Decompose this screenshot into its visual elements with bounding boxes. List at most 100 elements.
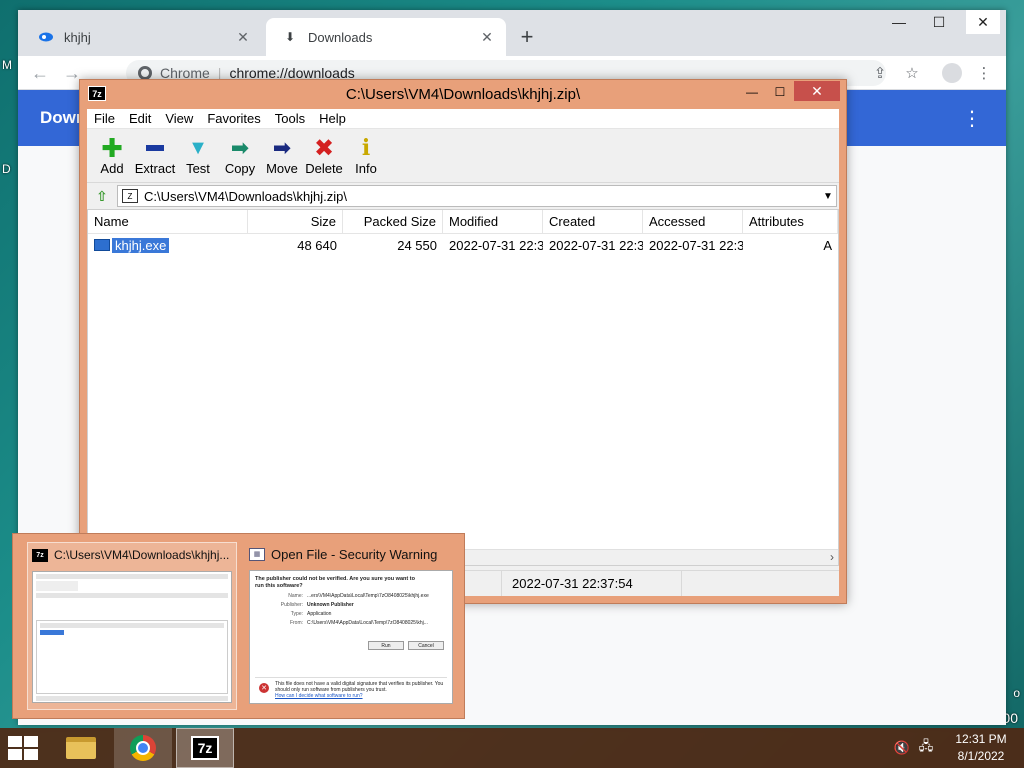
desktop-text-fragment: M bbox=[2, 58, 12, 72]
extract-label: Extract bbox=[134, 161, 176, 176]
menu-tools[interactable]: Tools bbox=[268, 111, 312, 126]
chevron-right-icon[interactable]: › bbox=[830, 550, 834, 564]
close-window-button[interactable]: ✕ bbox=[794, 81, 840, 101]
minimize-button[interactable]: — bbox=[882, 10, 916, 34]
close-tab-icon[interactable]: ✕ bbox=[478, 28, 496, 46]
shield-window-icon: ▦ bbox=[249, 547, 265, 561]
start-button[interactable] bbox=[8, 736, 38, 760]
tab-khjhj[interactable]: khjhj ✕ bbox=[22, 18, 262, 56]
chrome-menu-icon[interactable]: ⋮ bbox=[972, 61, 996, 85]
bookmark-star-icon[interactable]: ☆ bbox=[900, 61, 924, 85]
minimize-button[interactable]: — bbox=[738, 82, 766, 102]
exe-file-icon bbox=[94, 239, 110, 251]
extract-button[interactable]: Extract bbox=[133, 135, 177, 182]
maximize-button[interactable]: ☐ bbox=[922, 10, 956, 34]
copy-arrow-icon: ➡ bbox=[230, 135, 250, 160]
field-name: Name: ...ers\VM4\AppData\Local\Temp\7zO84… bbox=[255, 593, 447, 599]
back-arrow-icon[interactable]: ← bbox=[28, 61, 52, 85]
menu-bar: File Edit View Favorites Tools Help bbox=[87, 109, 839, 129]
toolbar: ✚ Add Extract ▼ Test ➡ Copy ➡ Move ✖ Del… bbox=[87, 129, 839, 183]
folder-icon bbox=[66, 737, 96, 759]
path-combo[interactable]: Z C:\Users\VM4\Downloads\khjhj.zip\ ▼ bbox=[117, 185, 837, 207]
column-accessed[interactable]: Accessed bbox=[643, 210, 743, 233]
close-window-button[interactable]: ✕ bbox=[966, 10, 1000, 34]
menu-favorites[interactable]: Favorites bbox=[200, 111, 267, 126]
tab-downloads[interactable]: ⬇ Downloads ✕ bbox=[266, 18, 506, 56]
selected-file[interactable]: khjhj.exe bbox=[94, 237, 170, 253]
thumbnail-preview bbox=[32, 571, 232, 703]
thumbnail-sevenzip[interactable]: 7z C:\Users\VM4\Downloads\khjhj... bbox=[27, 542, 237, 710]
preview-list bbox=[36, 620, 228, 694]
start-tile bbox=[8, 736, 22, 747]
thumbnail-title: Open File - Security Warning bbox=[271, 546, 438, 562]
warning-question: The publisher could not be verified. Are… bbox=[255, 576, 415, 589]
check-icon: ▼ bbox=[188, 136, 208, 159]
preview-line bbox=[36, 593, 228, 598]
window-title: C:\Users\VM4\Downloads\khjhj.zip\ bbox=[345, 86, 581, 103]
maximize-button[interactable]: ☐ bbox=[766, 82, 794, 102]
new-tab-button[interactable]: + bbox=[514, 24, 540, 50]
test-button[interactable]: ▼ Test bbox=[177, 135, 219, 182]
thumbnail-title: C:\Users\VM4\Downloads\khjhj... bbox=[54, 548, 230, 562]
clock[interactable]: 12:31 PM 8/1/2022 bbox=[938, 731, 1024, 765]
sevenzip-window: 7z C:\Users\VM4\Downloads\khjhj.zip\ — ☐… bbox=[79, 79, 847, 604]
start-tile bbox=[8, 749, 22, 760]
menu-file[interactable]: File bbox=[87, 111, 122, 126]
thumbnail-security-warning[interactable]: ▦ Open File - Security Warning The publi… bbox=[245, 542, 457, 710]
preview-line bbox=[40, 623, 224, 628]
volume-muted-icon[interactable]: 🔇 bbox=[890, 740, 914, 756]
archive-icon: Z bbox=[122, 189, 138, 203]
thumbnail-header: 7z C:\Users\VM4\Downloads\khjhj... bbox=[28, 543, 236, 567]
column-name[interactable]: Name bbox=[88, 210, 248, 233]
field-value: Application bbox=[307, 611, 332, 617]
column-packed-size[interactable]: Packed Size bbox=[343, 210, 443, 233]
desktop-text-fragment: D bbox=[2, 162, 11, 176]
start-tile bbox=[24, 736, 38, 747]
menu-view[interactable]: View bbox=[158, 111, 200, 126]
warning-text: This file does not have a valid digital … bbox=[275, 681, 444, 693]
delete-x-icon: ✖ bbox=[313, 134, 335, 162]
file-list[interactable]: Name Size Packed Size Modified Created A… bbox=[87, 209, 839, 566]
security-warning-preview: The publisher could not be verified. Are… bbox=[250, 571, 452, 703]
info-button[interactable]: i Info bbox=[345, 135, 387, 182]
profile-avatar-icon[interactable] bbox=[940, 61, 964, 85]
taskbar-file-explorer[interactable] bbox=[52, 728, 110, 768]
sevenzip-titlebar[interactable]: 7z C:\Users\VM4\Downloads\khjhj.zip\ — ☐… bbox=[80, 80, 846, 108]
copy-label: Copy bbox=[224, 161, 256, 176]
warning-text-block: This file does not have a valid digital … bbox=[275, 681, 447, 699]
download-icon: ⬇ bbox=[284, 30, 296, 44]
thumbnail-header: ▦ Open File - Security Warning bbox=[245, 542, 457, 566]
share-icon[interactable]: ⇪ bbox=[868, 61, 892, 85]
column-attributes[interactable]: Attributes bbox=[743, 210, 838, 233]
field-label: From: bbox=[289, 620, 303, 626]
chevron-down-icon[interactable]: ▼ bbox=[820, 191, 836, 202]
taskbar-chrome[interactable] bbox=[114, 728, 172, 768]
created-cell: 2022-07-31 22:37 bbox=[549, 237, 643, 253]
taskbar-sevenzip[interactable]: 7z bbox=[176, 728, 234, 768]
close-tab-icon[interactable]: ✕ bbox=[234, 28, 252, 46]
warning-buttons: Run Cancel bbox=[368, 641, 444, 650]
menu-edit[interactable]: Edit bbox=[122, 111, 158, 126]
field-value: ...ers\VM4\AppData\Local\Temp\7zO8408025… bbox=[307, 593, 429, 599]
move-label: Move bbox=[266, 161, 298, 176]
sevenzip-app-icon: 7z bbox=[32, 548, 48, 562]
delete-button[interactable]: ✖ Delete bbox=[303, 135, 345, 182]
move-button[interactable]: ➡ Move bbox=[261, 135, 303, 182]
copy-button[interactable]: ➡ Copy bbox=[219, 135, 261, 182]
column-size[interactable]: Size bbox=[248, 210, 343, 233]
path-bar: ⇧ Z C:\Users\VM4\Downloads\khjhj.zip\ ▼ bbox=[87, 183, 839, 209]
column-modified[interactable]: Modified bbox=[443, 210, 543, 233]
add-button[interactable]: ✚ Add bbox=[91, 133, 133, 182]
downloads-menu-icon[interactable]: ⋮ bbox=[962, 106, 982, 131]
table-row[interactable]: khjhj.exe 48 640 24 550 2022-07-31 22:37… bbox=[88, 235, 838, 255]
menu-help[interactable]: Help bbox=[312, 111, 353, 126]
field-value: Unknown Publisher bbox=[307, 602, 354, 608]
column-created[interactable]: Created bbox=[543, 210, 643, 233]
folder-up-icon[interactable]: ⇧ bbox=[91, 186, 113, 206]
size-cell: 48 640 bbox=[297, 237, 337, 253]
name-cell: khjhj.exe bbox=[88, 235, 248, 255]
help-link: How can I decide what software to run? bbox=[275, 693, 363, 699]
run-button: Run bbox=[368, 641, 404, 650]
path-text: C:\Users\VM4\Downloads\khjhj.zip\ bbox=[144, 188, 348, 204]
network-icon[interactable]: 🖧 bbox=[914, 737, 938, 759]
